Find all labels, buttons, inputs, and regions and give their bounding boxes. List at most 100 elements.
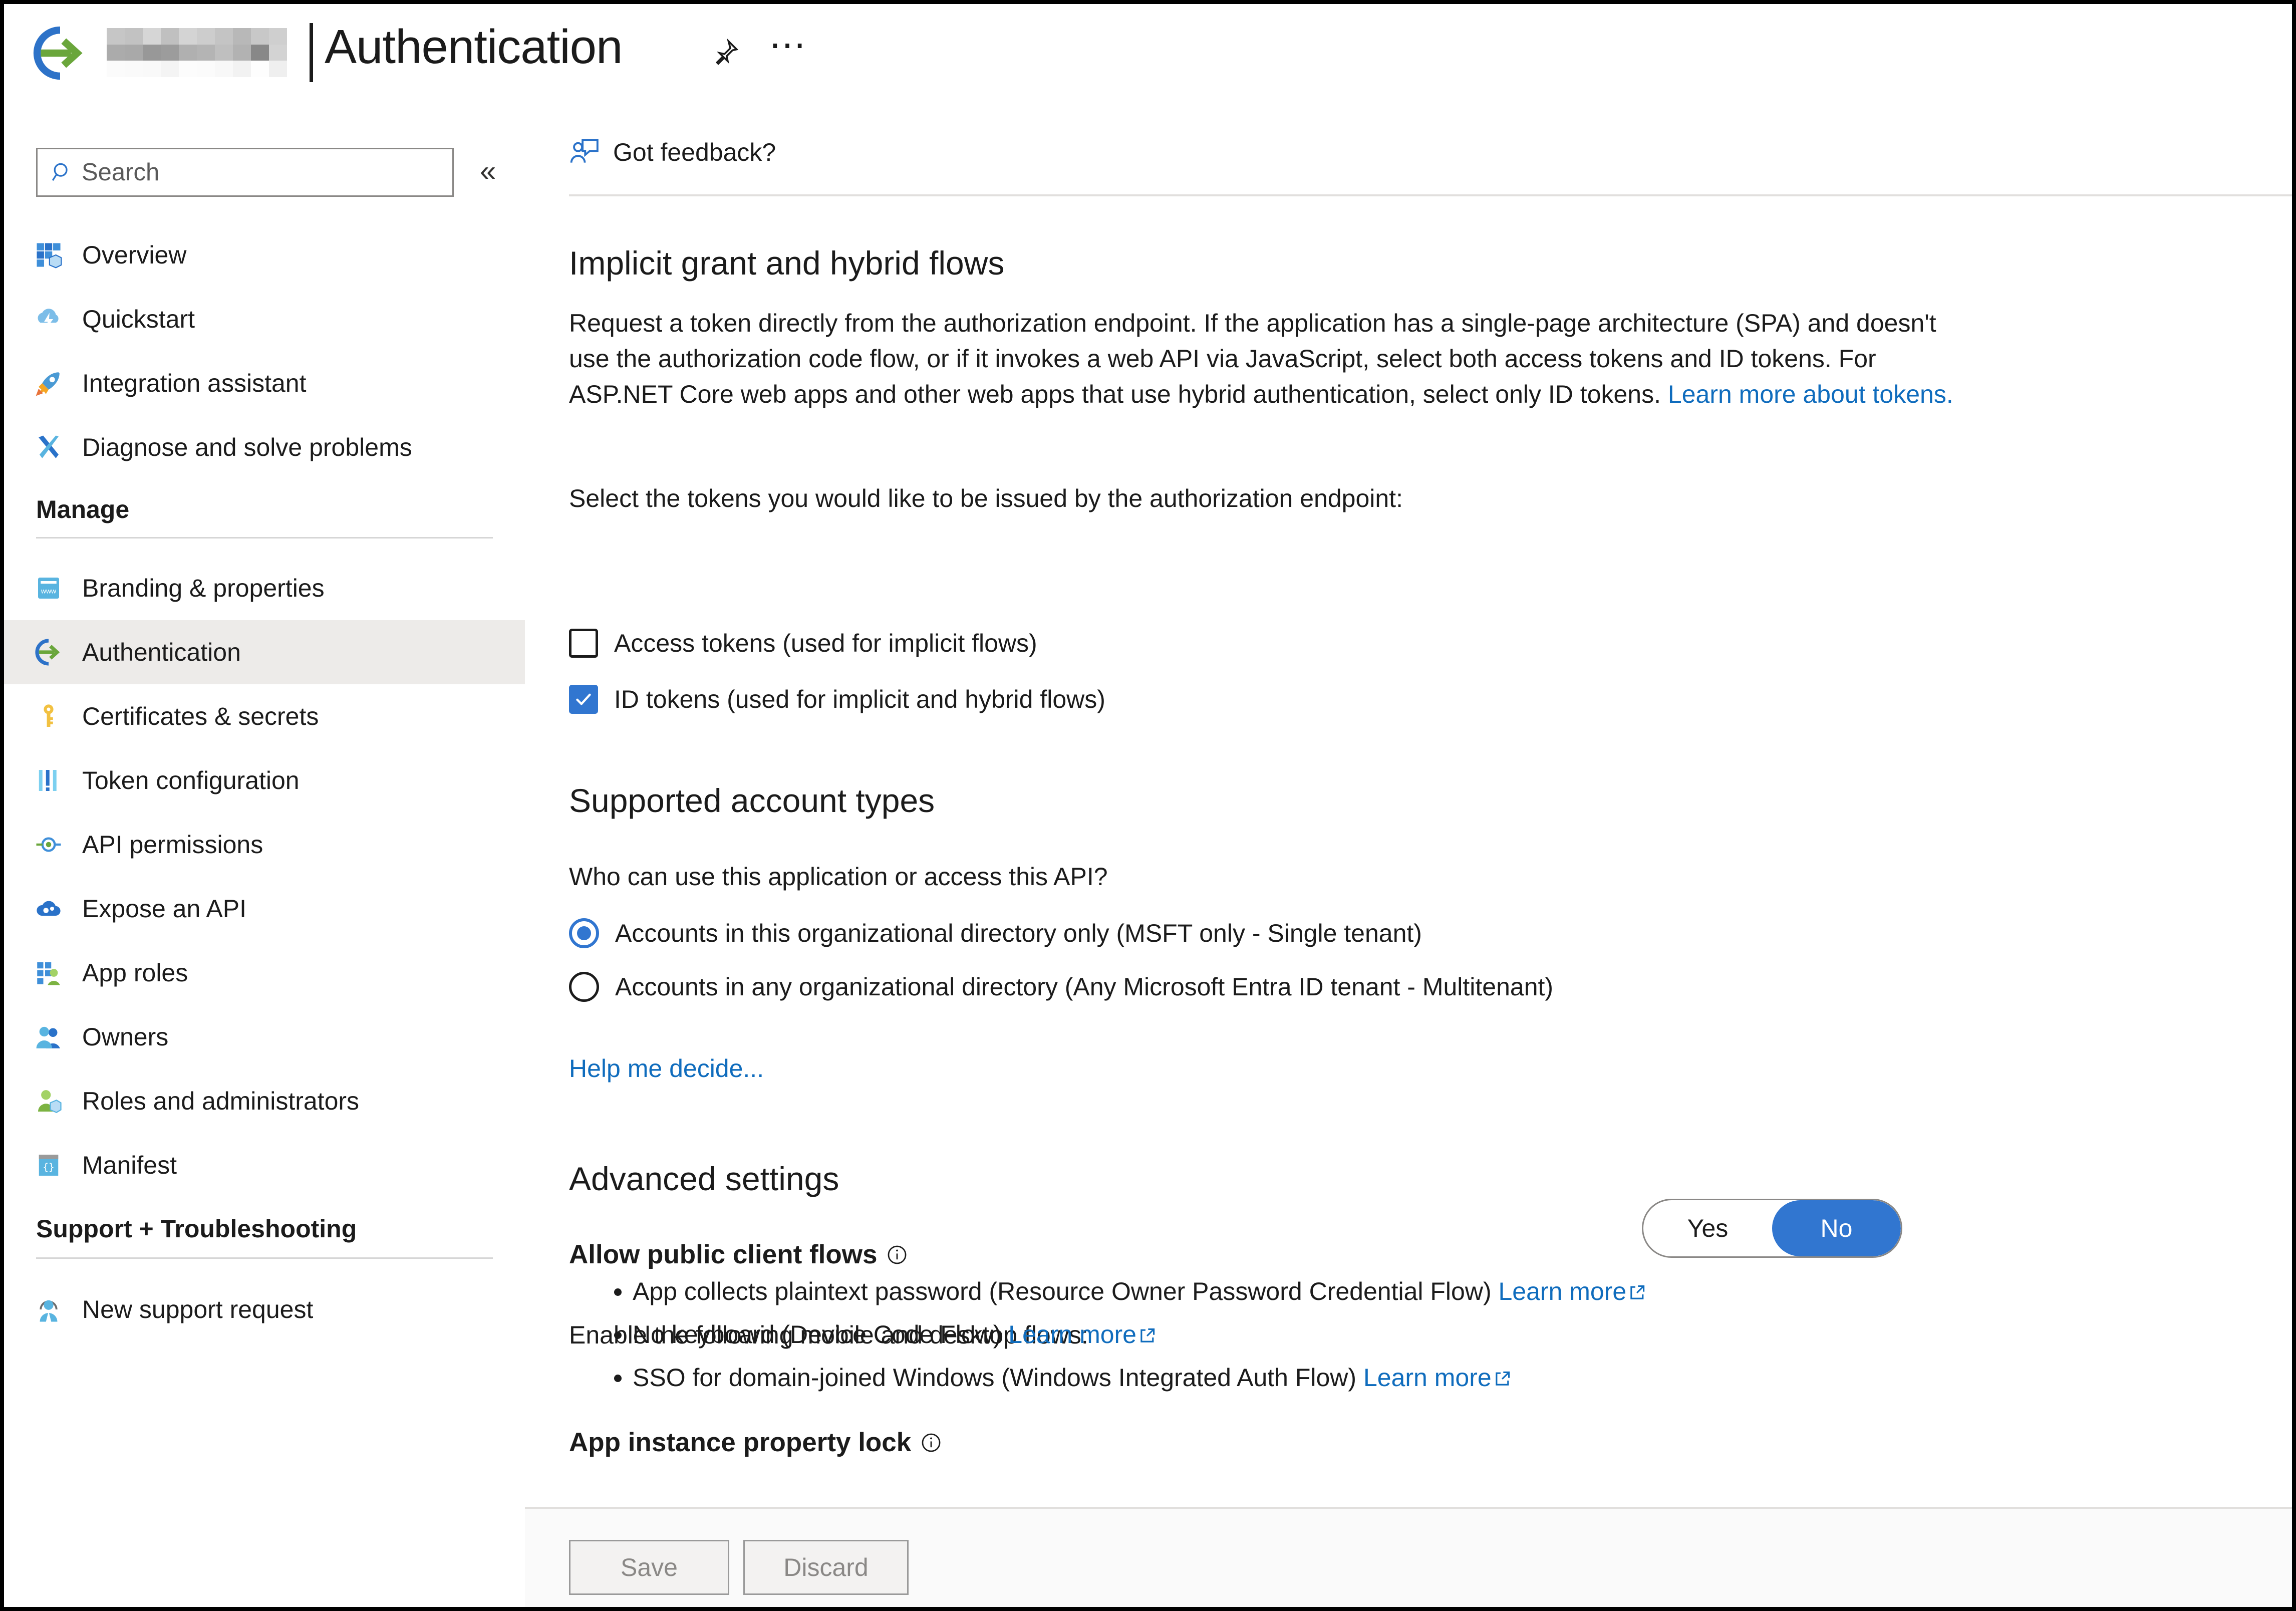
- sidebar-group-divider: [36, 537, 493, 539]
- implicit-grant-paragraph: Request a token directly from the author…: [569, 306, 1971, 412]
- expose-api-icon: [33, 893, 64, 924]
- bullet-text: No keyboard (Device Code Flow): [633, 1320, 1009, 1349]
- sidebar-item-certificates-secrets[interactable]: Certificates & secrets: [4, 684, 525, 748]
- sidebar-item-owners[interactable]: Owners: [4, 1005, 525, 1069]
- multitenant-radio[interactable]: [569, 972, 599, 1002]
- token-icon: [33, 765, 64, 796]
- authentication-icon: [33, 637, 64, 668]
- allow-public-client-flows-text: Allow public client flows: [569, 1240, 878, 1269]
- info-icon[interactable]: [886, 1244, 908, 1266]
- got-feedback-button[interactable]: Got feedback?: [525, 110, 2292, 194]
- sidebar-item-label: Manifest: [82, 1151, 177, 1179]
- learn-more-link[interactable]: Learn more: [1008, 1320, 1136, 1349]
- sidebar-item-authentication[interactable]: Authentication: [4, 620, 525, 684]
- sidebar-item-roles-and-administrators[interactable]: Roles and administrators: [4, 1069, 525, 1133]
- save-button[interactable]: Save: [569, 1540, 729, 1595]
- api-permissions-icon: [33, 829, 64, 860]
- single-tenant-radio-row[interactable]: Accounts in this organizational director…: [569, 918, 1422, 948]
- sidebar-item-manifest[interactable]: {} Manifest: [4, 1133, 525, 1197]
- sidebar-item-label: Quickstart: [82, 305, 195, 333]
- sidebar-item-token-configuration[interactable]: Token configuration: [4, 748, 525, 813]
- chevron-double-left-icon[interactable]: «: [480, 157, 496, 186]
- search-input[interactable]: Search: [36, 148, 454, 197]
- multitenant-label: Accounts in any organizational directory…: [615, 973, 1554, 1001]
- title-separator: [310, 23, 313, 82]
- sidebar-item-expose-an-api[interactable]: Expose an API: [4, 877, 525, 941]
- advanced-settings-heading: Advanced settings: [569, 1160, 839, 1197]
- sidebar-item-diagnose[interactable]: Diagnose and solve problems: [4, 415, 525, 479]
- sidebar-item-label: Integration assistant: [82, 369, 307, 397]
- learn-more-link[interactable]: Learn more: [1499, 1277, 1627, 1305]
- learn-more-about-tokens-link[interactable]: Learn more about tokens.: [1668, 380, 1953, 408]
- content-divider: [569, 194, 2292, 196]
- sidebar-item-label: Overview: [82, 241, 187, 269]
- app-instance-property-lock-label: App instance property lock: [569, 1429, 942, 1456]
- app-roles-icon: [33, 957, 64, 988]
- key-icon: [33, 701, 64, 732]
- access-tokens-checkbox[interactable]: [569, 629, 598, 658]
- discard-button[interactable]: Discard: [743, 1540, 909, 1595]
- roles-admins-icon: [33, 1086, 64, 1117]
- sidebar-item-label: Roles and administrators: [82, 1087, 360, 1115]
- wrench-icon: [33, 432, 64, 463]
- list-item: App collects plaintext password (Resourc…: [633, 1279, 1785, 1304]
- id-tokens-checkbox[interactable]: [569, 685, 598, 714]
- sidebar-item-integration-assistant[interactable]: Integration assistant: [4, 351, 525, 415]
- account-types-prompt: Who can use this application or access t…: [569, 863, 1108, 891]
- branding-icon: www: [33, 573, 64, 604]
- got-feedback-label: Got feedback?: [613, 138, 776, 166]
- public-client-flow-bullets: App collects plaintext password (Resourc…: [633, 1279, 1785, 1408]
- search-placeholder: Search: [82, 158, 160, 186]
- blade-sidebar: Search « Overview Quickstart Integration…: [4, 110, 525, 1607]
- learn-more-link[interactable]: Learn more: [1363, 1364, 1492, 1392]
- ellipsis-icon[interactable]: ⋯: [765, 27, 810, 75]
- id-tokens-label: ID tokens (used for implicit and hybrid …: [614, 685, 1105, 713]
- sidebar-item-label: Expose an API: [82, 895, 247, 923]
- select-tokens-prompt: Select the tokens you would like to be i…: [569, 484, 1403, 512]
- allow-public-client-flows-label: Allow public client flows: [569, 1241, 908, 1268]
- sidebar-item-label: New support request: [82, 1295, 314, 1323]
- authentication-icon: [31, 24, 89, 82]
- single-tenant-radio[interactable]: [569, 918, 599, 948]
- multitenant-radio-row[interactable]: Accounts in any organizational directory…: [569, 972, 1553, 1002]
- access-tokens-checkbox-row[interactable]: Access tokens (used for implicit flows): [569, 629, 1037, 658]
- single-tenant-label: Accounts in this organizational director…: [615, 919, 1422, 947]
- toggle-option-yes[interactable]: Yes: [1643, 1200, 1772, 1256]
- sidebar-item-label: API permissions: [82, 831, 263, 859]
- access-tokens-label: Access tokens (used for implicit flows): [614, 629, 1037, 657]
- external-link-icon: [1494, 1367, 1512, 1386]
- sidebar-item-overview[interactable]: Overview: [4, 223, 525, 287]
- feedback-icon: [569, 137, 600, 168]
- sidebar-search-row: Search «: [4, 148, 525, 198]
- info-icon[interactable]: [920, 1432, 942, 1454]
- supported-account-types-heading: Supported account types: [569, 782, 935, 819]
- sidebar-item-label: Token configuration: [82, 766, 300, 794]
- pin-icon[interactable]: [703, 30, 748, 75]
- sidebar-item-label: Branding & properties: [82, 574, 325, 602]
- support-agent-icon: [33, 1294, 64, 1325]
- help-me-decide-link[interactable]: Help me decide...: [569, 1054, 764, 1083]
- sidebar-group-support: Support + Troubleshooting: [36, 1215, 357, 1243]
- sidebar-item-label: App roles: [82, 959, 188, 987]
- list-item: No keyboard (Device Code Flow) Learn mor…: [633, 1322, 1785, 1347]
- bullet-text: App collects plaintext password (Resourc…: [633, 1277, 1499, 1305]
- allow-public-client-flows-toggle[interactable]: Yes No: [1642, 1199, 1902, 1258]
- sidebar-item-branding-properties[interactable]: www Branding & properties: [4, 556, 525, 620]
- app-instance-property-lock-text: App instance property lock: [569, 1428, 912, 1457]
- sidebar-item-new-support-request[interactable]: New support request: [4, 1277, 525, 1341]
- svg-text:{}: {}: [43, 1162, 54, 1173]
- help-me-decide-wrap: Help me decide...: [569, 1051, 1170, 1087]
- svg-text:www: www: [41, 587, 57, 595]
- list-item: SSO for domain-joined Windows (Windows I…: [633, 1365, 1785, 1390]
- sidebar-item-quickstart[interactable]: Quickstart: [4, 287, 525, 351]
- blade-header: Authentication ⋯: [4, 4, 2292, 110]
- sidebar-item-label: Diagnose and solve problems: [82, 433, 412, 461]
- sidebar-item-app-roles[interactable]: App roles: [4, 941, 525, 1005]
- sidebar-item-api-permissions[interactable]: API permissions: [4, 813, 525, 877]
- search-icon: [51, 161, 74, 184]
- manifest-icon: {}: [33, 1150, 64, 1181]
- id-tokens-checkbox-row[interactable]: ID tokens (used for implicit and hybrid …: [569, 685, 1105, 714]
- bullet-text: SSO for domain-joined Windows (Windows I…: [633, 1364, 1363, 1392]
- sidebar-item-label: Authentication: [82, 638, 241, 666]
- toggle-option-no[interactable]: No: [1772, 1200, 1901, 1256]
